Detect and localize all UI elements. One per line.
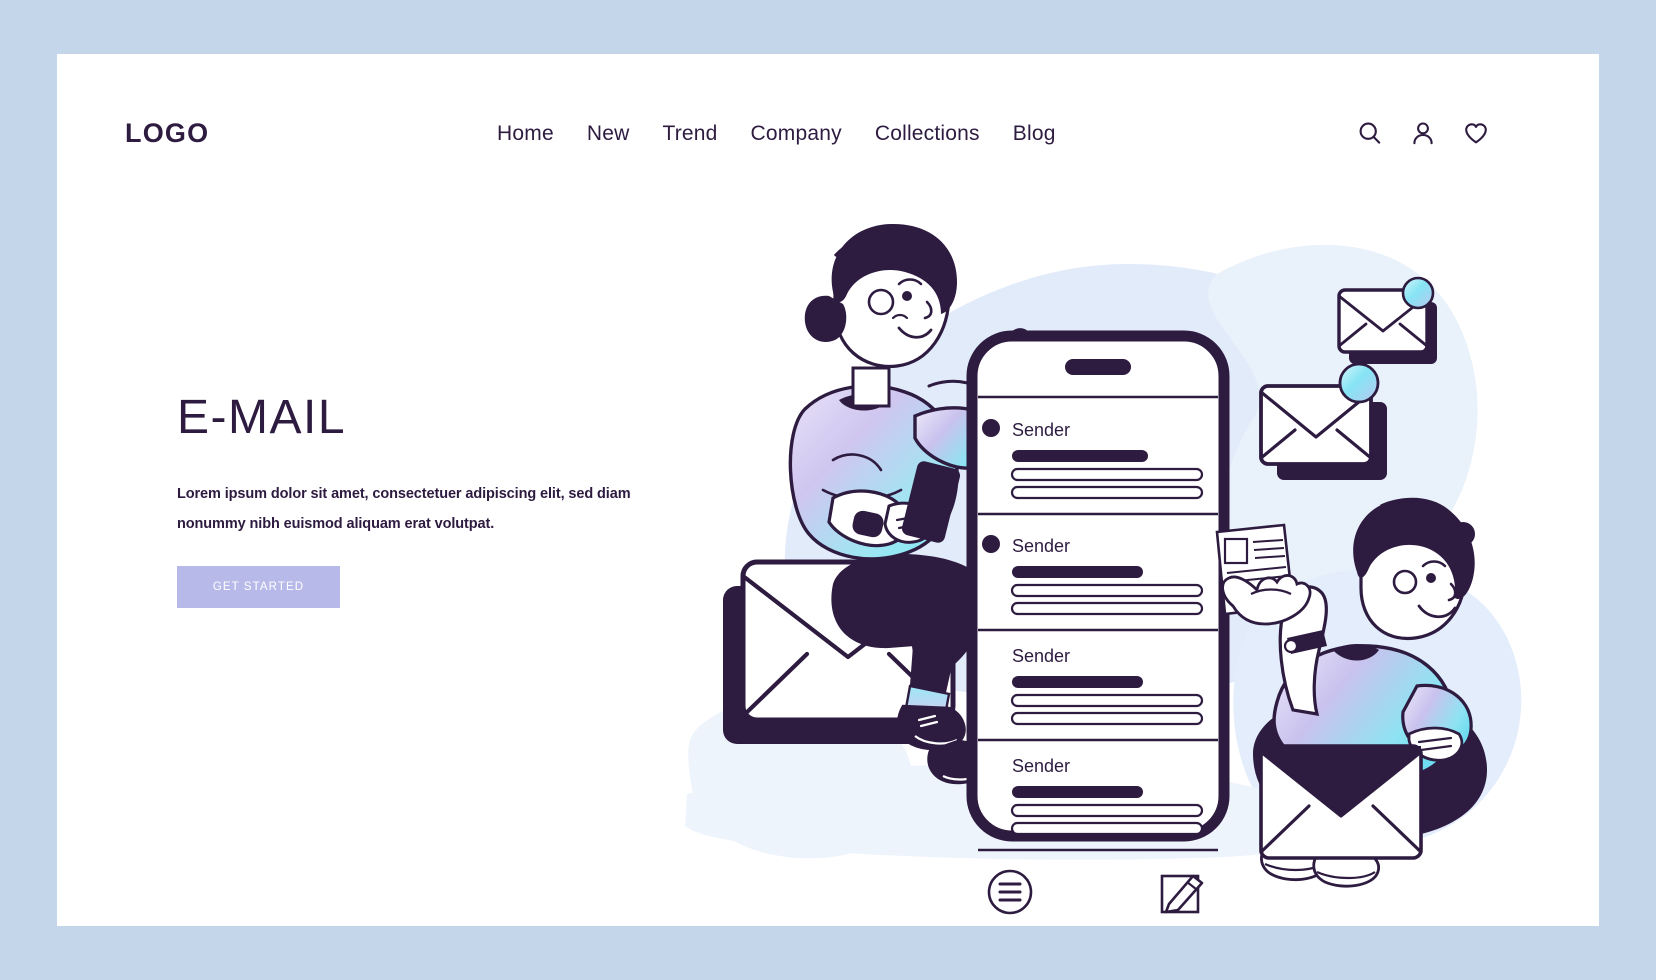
menu-icon xyxy=(987,869,1033,915)
nav-item-new[interactable]: New xyxy=(587,122,630,146)
page-title: E-MAIL xyxy=(177,391,347,444)
nav-item-blog[interactable]: Blog xyxy=(1013,122,1056,146)
phone-speaker xyxy=(1065,359,1131,375)
envelope-top-right xyxy=(1337,276,1437,364)
notification-badge xyxy=(1401,276,1435,310)
sender-label-3: Sender xyxy=(1012,646,1070,666)
envelope-held-by-man xyxy=(1259,744,1423,860)
hero-description: Lorem ipsum dolor sit amet, consectetuer… xyxy=(177,486,631,532)
notification-badge xyxy=(1338,362,1380,404)
landing-page-card: LOGO Home New Trend Company Collections … xyxy=(57,54,1599,926)
hero-text-block: E-MAIL Lorem ipsum dolor sit amet, conse… xyxy=(177,391,697,609)
logo[interactable]: LOGO xyxy=(125,118,209,149)
page-frame: LOGO Home New Trend Company Collections … xyxy=(0,0,1656,980)
heart-icon[interactable] xyxy=(1463,120,1489,146)
sender-label-2: Sender xyxy=(1012,536,1070,556)
email-illustration: Sender Sender Sender Sender xyxy=(657,154,1599,926)
unread-dot xyxy=(982,419,1000,437)
nav-item-collections[interactable]: Collections xyxy=(875,122,980,146)
unread-dot xyxy=(982,535,1000,553)
sender-label-4: Sender xyxy=(1012,756,1070,776)
main-navigation: Home New Trend Company Collections Blog xyxy=(497,122,1056,146)
sender-label-1: Sender xyxy=(1012,420,1070,440)
nav-item-company[interactable]: Company xyxy=(751,122,842,146)
phone-mockup: Sender Sender Sender Sender xyxy=(966,330,1230,915)
nav-item-home[interactable]: Home xyxy=(497,122,554,146)
get-started-button[interactable]: GET STARTED xyxy=(177,566,340,609)
user-icon[interactable] xyxy=(1410,120,1436,146)
compose-icon xyxy=(1160,874,1204,914)
nav-item-trend[interactable]: Trend xyxy=(662,122,717,146)
search-icon[interactable] xyxy=(1357,120,1383,146)
header-icon-group xyxy=(1357,120,1489,146)
